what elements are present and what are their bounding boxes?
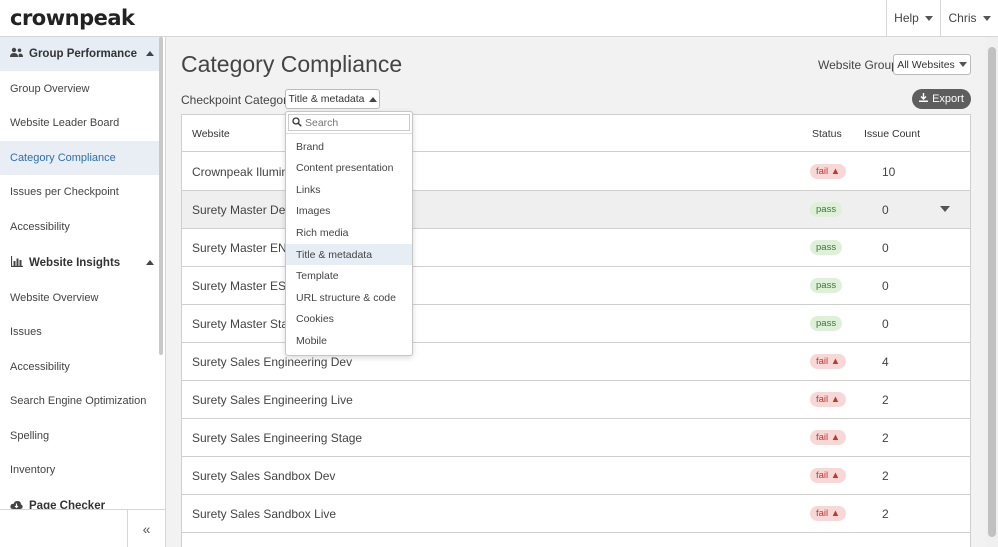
checkpoint-category-select[interactable]: Title & metadata (285, 89, 380, 109)
status-badge: pass (810, 316, 843, 331)
status-badge: fail ▲ (810, 506, 847, 521)
collapse-sidebar-button[interactable]: « (127, 510, 165, 547)
status-badge: fail ▲ (810, 430, 847, 445)
download-icon (919, 93, 929, 105)
sidebar-section-website-insights[interactable]: Website Insights (0, 246, 163, 280)
page-scrollbar-thumb[interactable] (988, 47, 996, 537)
table-row[interactable]: Surety Sales Engineering Stage fail ▲ 2 (182, 419, 970, 457)
dropdown-option[interactable]: Rich media (286, 222, 412, 243)
sidebar-item-website-overview[interactable]: Website Overview (0, 281, 163, 315)
dropdown-option[interactable]: Template (286, 266, 412, 287)
sidebar-section-group-performance[interactable]: Group Performance (0, 37, 163, 71)
page-title: Category Compliance (181, 51, 403, 77)
dropdown-option[interactable]: Cookies (286, 309, 412, 330)
dropdown-option[interactable]: Links (286, 179, 412, 200)
website-name[interactable]: Crownpeak Ilumino (192, 165, 295, 179)
table-row[interactable]: Surety Sales Engineering Live fail ▲ 2 (182, 381, 970, 419)
issue-count: 0 (882, 317, 889, 331)
issue-count: 0 (882, 203, 889, 217)
website-name[interactable]: Surety Sales Engineering Stage (192, 431, 362, 445)
chevron-down-icon (958, 62, 967, 67)
user-menu[interactable]: Chris (940, 0, 998, 36)
sidebar-item-website-leader-board[interactable]: Website Leader Board (0, 106, 163, 140)
users-icon (10, 47, 23, 61)
sidebar-item-issues[interactable]: Issues (0, 315, 163, 349)
sidebar-footer: « (0, 509, 165, 547)
table-row[interactable]: Surety Sales Sandbox Live fail ▲ 2 (182, 495, 970, 533)
issue-count: 0 (882, 241, 889, 255)
issue-count: 4 (882, 355, 889, 369)
checkpoint-category-dropdown: BrandContent presentationLinksImagesRich… (285, 111, 413, 356)
sidebar-item-group-overview[interactable]: Group Overview (0, 72, 163, 106)
status-badge: pass (810, 278, 843, 293)
help-menu[interactable]: Help (886, 0, 940, 36)
sidebar-item-inventory[interactable]: Inventory (0, 453, 163, 487)
issue-count: 2 (882, 431, 889, 445)
website-group-select[interactable]: All Websites (893, 54, 971, 75)
page-scrollbar[interactable] (986, 37, 998, 547)
status-badge: fail ▲ (810, 468, 847, 483)
sidebar: Group Performance Group Overview Website… (0, 37, 166, 547)
sidebar-item-seo[interactable]: Search Engine Optimization (0, 384, 163, 418)
checkpoint-category-value: Title & metadata (288, 93, 365, 105)
column-header-issue-count[interactable]: Issue Count (864, 128, 920, 140)
status-badge: fail ▲ (810, 354, 847, 369)
website-name[interactable]: Surety Master Dev (192, 203, 291, 217)
sidebar-item-issues-per-checkpoint[interactable]: Issues per Checkpoint (0, 175, 163, 209)
dropdown-option[interactable]: Brand (286, 136, 412, 157)
crownpeak-logo[interactable]: crownpeak (10, 6, 135, 30)
sidebar-item-accessibility[interactable]: Accessibility (0, 210, 163, 244)
issue-count: 2 (882, 393, 889, 407)
column-header-status[interactable]: Status (812, 128, 842, 140)
dropdown-divider (286, 133, 412, 134)
website-name[interactable]: Surety Sales Engineering Dev (192, 355, 352, 369)
dropdown-option[interactable]: Content presentation (286, 158, 412, 179)
issue-count: 2 (882, 469, 889, 483)
search-icon (292, 116, 302, 130)
dropdown-option[interactable]: Title & metadata (286, 244, 412, 265)
chevron-up-icon (146, 51, 154, 56)
website-name[interactable]: Surety Sales Sandbox Live (192, 507, 336, 521)
export-button[interactable]: Export (912, 89, 971, 109)
sidebar-section-label: Website Insights (29, 257, 121, 269)
chevron-down-icon (982, 15, 991, 21)
dropdown-option[interactable]: Images (286, 201, 412, 222)
help-label: Help (894, 11, 919, 25)
sidebar-item-spelling[interactable]: Spelling (0, 419, 163, 453)
website-group-label: Website Group: (818, 58, 902, 72)
website-name[interactable]: Surety Master ES (192, 279, 286, 293)
table-row[interactable]: Surety Sales Sandbox Dev fail ▲ 2 (182, 457, 970, 495)
website-name[interactable]: Surety Sales Engineering Live (192, 393, 353, 407)
website-name[interactable]: Surety Sales Sandbox Dev (192, 469, 335, 483)
dropdown-search[interactable] (288, 114, 410, 131)
chevron-up-icon (368, 96, 377, 102)
dropdown-search-input[interactable] (305, 116, 405, 129)
dropdown-option[interactable]: Mobile (286, 330, 412, 351)
issue-count: 2 (882, 507, 889, 521)
expand-row-icon[interactable] (940, 206, 950, 212)
status-badge: pass (810, 240, 843, 255)
chevron-up-icon (146, 260, 154, 265)
user-name: Chris (948, 11, 977, 25)
status-badge: pass (810, 202, 843, 217)
status-badge: fail ▲ (810, 164, 847, 179)
sidebar-section-label: Group Performance (29, 48, 137, 60)
export-label: Export (932, 93, 964, 105)
sidebar-scrollbar[interactable] (159, 37, 163, 355)
dropdown-option[interactable]: URL structure & code (286, 287, 412, 308)
website-group-value: All Websites (897, 58, 955, 71)
issue-count: 0 (882, 279, 889, 293)
chart-icon (10, 256, 23, 270)
sidebar-item-category-compliance[interactable]: Category Compliance (0, 141, 163, 175)
column-header-website[interactable]: Website (192, 128, 230, 140)
chevron-down-icon (924, 15, 933, 21)
checkpoint-category-label: Checkpoint Category: (181, 93, 297, 107)
sidebar-item-accessibility-insights[interactable]: Accessibility (0, 350, 163, 384)
issue-count: 10 (882, 165, 896, 179)
status-badge: fail ▲ (810, 392, 847, 407)
website-name[interactable]: Surety Master EN (192, 241, 287, 255)
top-bar: crownpeak Help Chris (0, 0, 998, 37)
